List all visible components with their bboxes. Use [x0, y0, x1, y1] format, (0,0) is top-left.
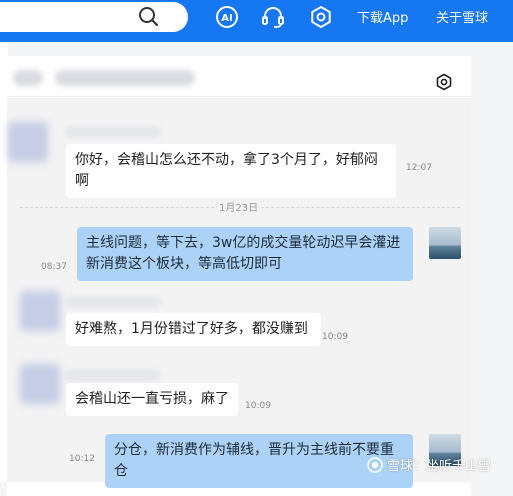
sender-name-blur [65, 296, 161, 308]
snowball-logo-icon [367, 456, 383, 473]
chat-contact-name-blur [55, 70, 195, 86]
watermark-text: 雪球：坐听千山雪 [387, 459, 492, 474]
download-app-link[interactable]: 下载App [357, 7, 408, 26]
chat-header [7, 56, 471, 97]
message-time: 10:09 [322, 332, 348, 342]
message-bubble-incoming: 你好，会稽山怎么还不动，拿了3个月了，好郁闷啊 [66, 144, 396, 198]
avatar [20, 291, 60, 331]
chat-settings-icon[interactable] [435, 73, 453, 91]
message-bubble-incoming: 会稽山还一直亏损，麻了 [66, 383, 238, 416]
watermark: 雪球：坐听千山雪 [367, 455, 491, 474]
message-time: 10:09 [245, 401, 271, 411]
message-bubble-incoming: 好难熬，1月份错过了好多，都没赚到 [66, 313, 321, 346]
message-time: 10:12 [69, 454, 95, 464]
message-time: 08:37 [41, 262, 67, 272]
avatar [429, 227, 461, 259]
search-box[interactable] [0, 2, 188, 32]
top-nav-bar: AI 下载App 关于雪球 [0, 0, 513, 42]
headset-icon[interactable] [260, 4, 286, 30]
ai-icon[interactable]: AI [214, 4, 240, 30]
chat-contact-avatar-blur [13, 70, 43, 86]
settings-icon[interactable] [308, 4, 334, 30]
message-bubble-outgoing: 主线问题，等下去，3w亿的成交量轮动迟早会灌进新消费这个板块，等高低切即可 [77, 227, 413, 281]
date-divider-label: 1月23日 [216, 199, 262, 214]
message-time: 12:07 [406, 163, 432, 173]
about-link[interactable]: 关于雪球 [436, 7, 488, 26]
sender-name-blur [65, 369, 161, 381]
search-icon[interactable] [138, 6, 160, 28]
avatar [8, 122, 48, 162]
avatar [20, 364, 60, 404]
sender-name-blur [65, 126, 161, 138]
svg-text:AI: AI [221, 13, 232, 24]
